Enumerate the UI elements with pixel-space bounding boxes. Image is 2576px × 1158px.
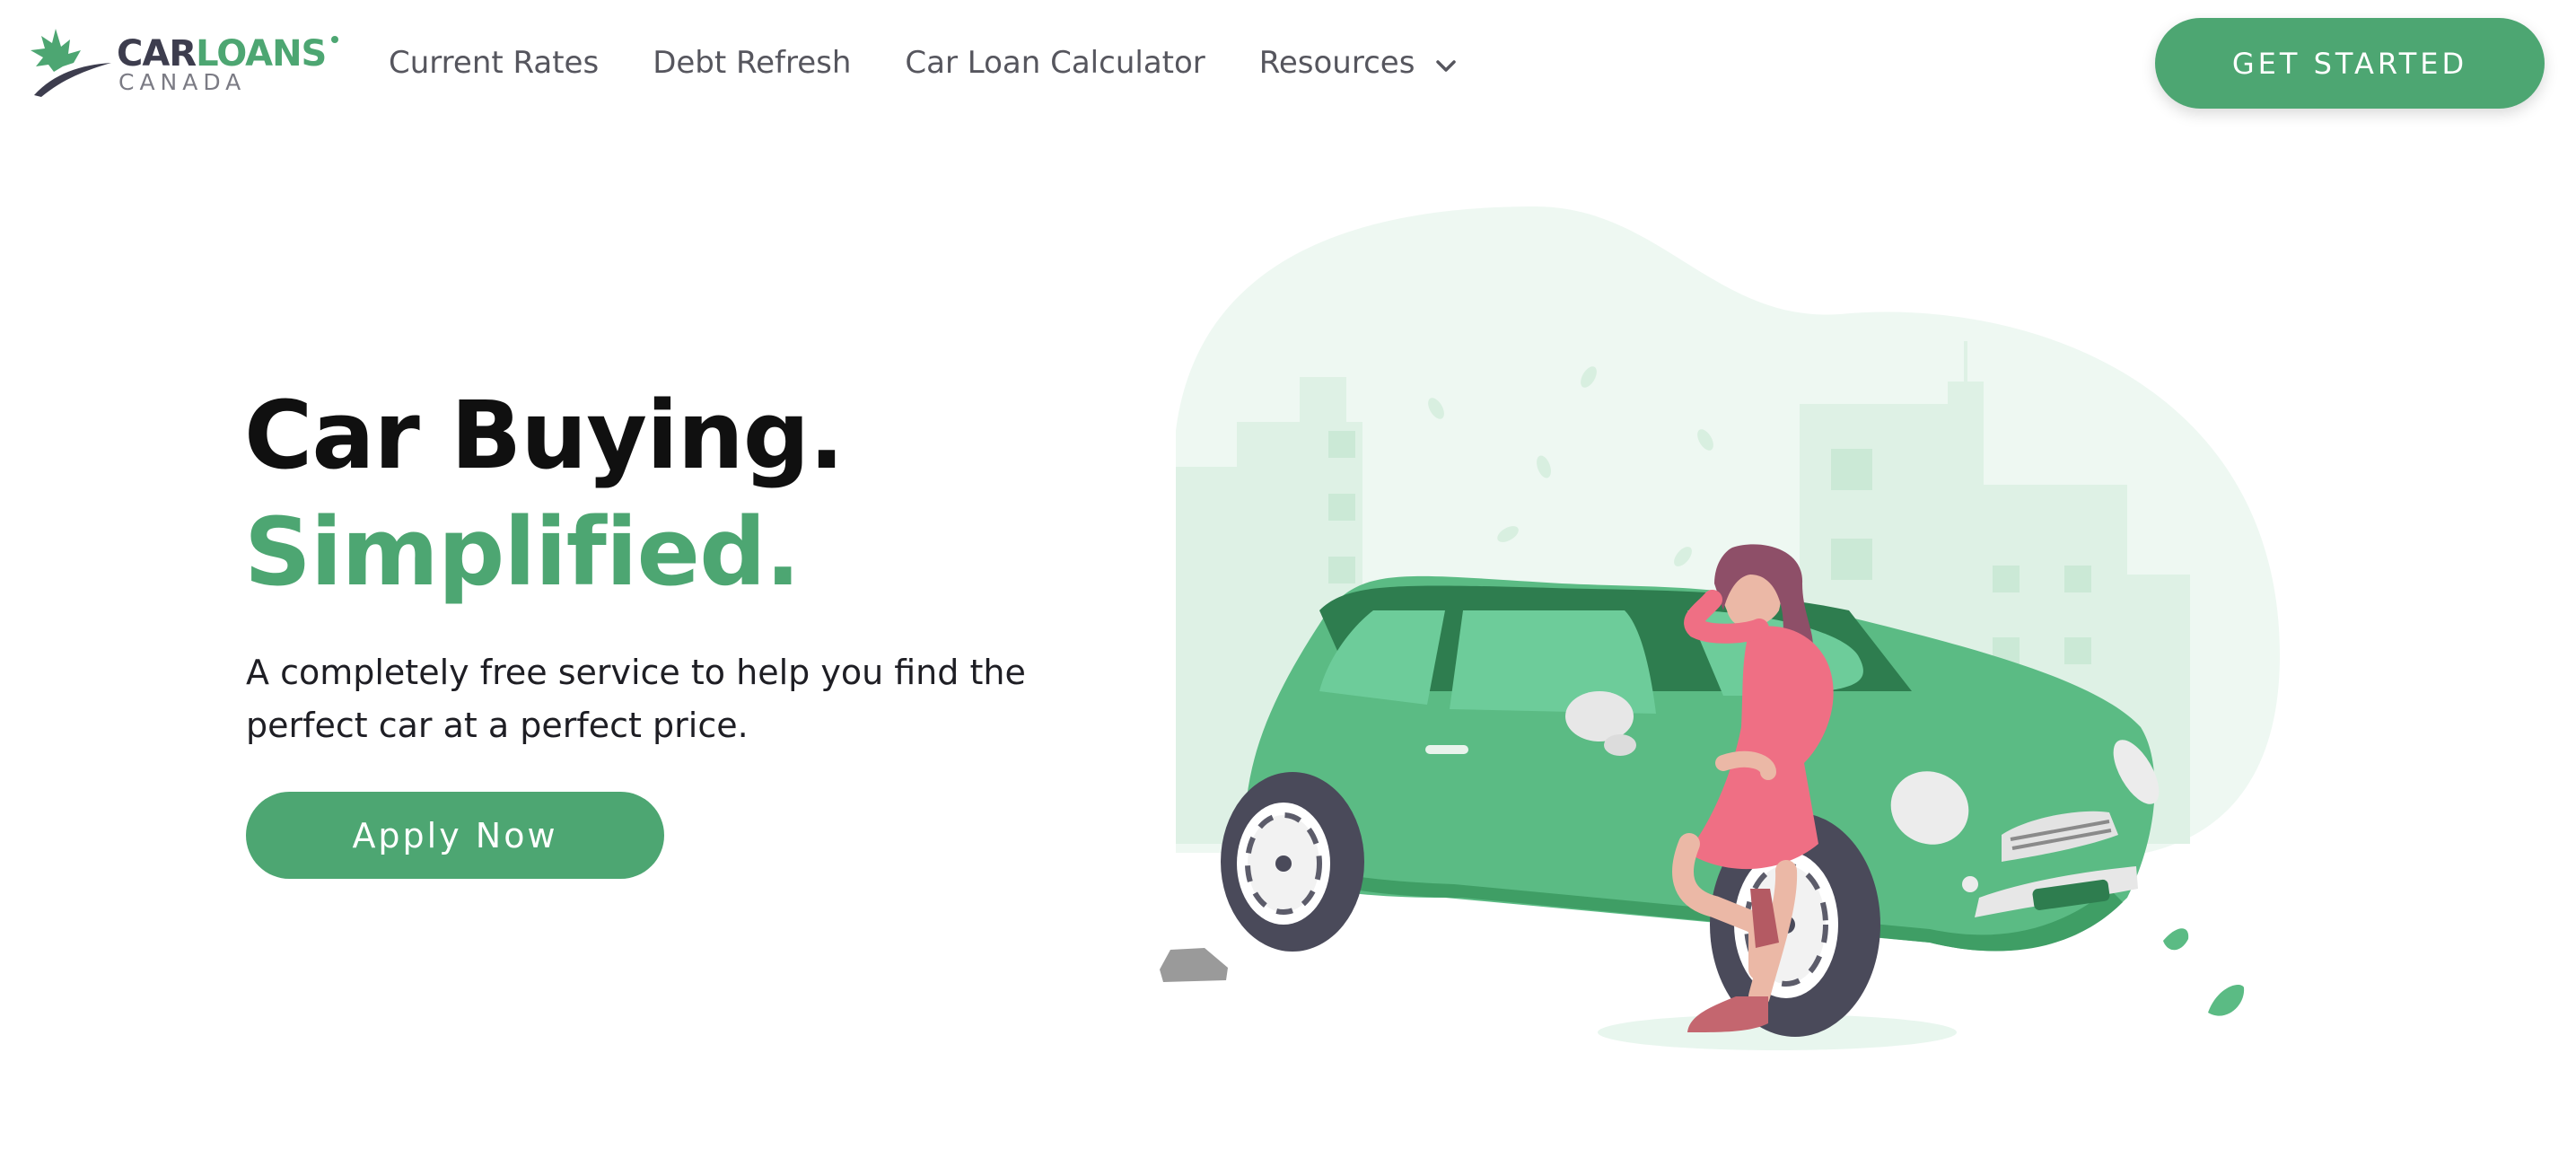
rock — [1160, 948, 1228, 982]
hero-description: A completely free service to help you fi… — [246, 653, 1026, 745]
woman-leaning-on-green-car-illustration — [1160, 206, 2280, 1050]
maple-leaf-swoosh-icon — [31, 29, 111, 97]
nav-link-resources[interactable]: Resources — [1259, 45, 1457, 81]
nav-link-current-rates[interactable]: Current Rates — [389, 45, 599, 81]
get-started-button[interactable]: GET STARTED — [2155, 18, 2545, 109]
logo-subtitle: CANADA — [118, 69, 247, 95]
logo-wordmark: CARLOANS — [117, 34, 327, 74]
ground-leaves — [2163, 928, 2245, 1016]
site-header: CARLOANS CANADA Current Rates Debt Refre… — [0, 0, 2576, 126]
hero-title-line1: Car Buying. — [244, 381, 845, 490]
nav-link-car-loan-calculator[interactable]: Car Loan Calculator — [905, 45, 1205, 81]
hero-title: Car Buying. Simplified. — [244, 377, 845, 610]
nav-link-resources-label: Resources — [1258, 45, 1415, 81]
nav-link-debt-refresh[interactable]: Debt Refresh — [653, 45, 851, 81]
apply-now-button[interactable]: Apply Now — [246, 792, 664, 879]
registered-mark — [331, 36, 338, 43]
hero-title-line2: Simplified. — [244, 497, 801, 607]
logo[interactable]: CARLOANS CANADA — [29, 27, 338, 99]
main-nav: Current Rates Debt Refresh Car Loan Calc… — [389, 40, 1457, 85]
chevron-down-icon — [1436, 45, 1457, 81]
